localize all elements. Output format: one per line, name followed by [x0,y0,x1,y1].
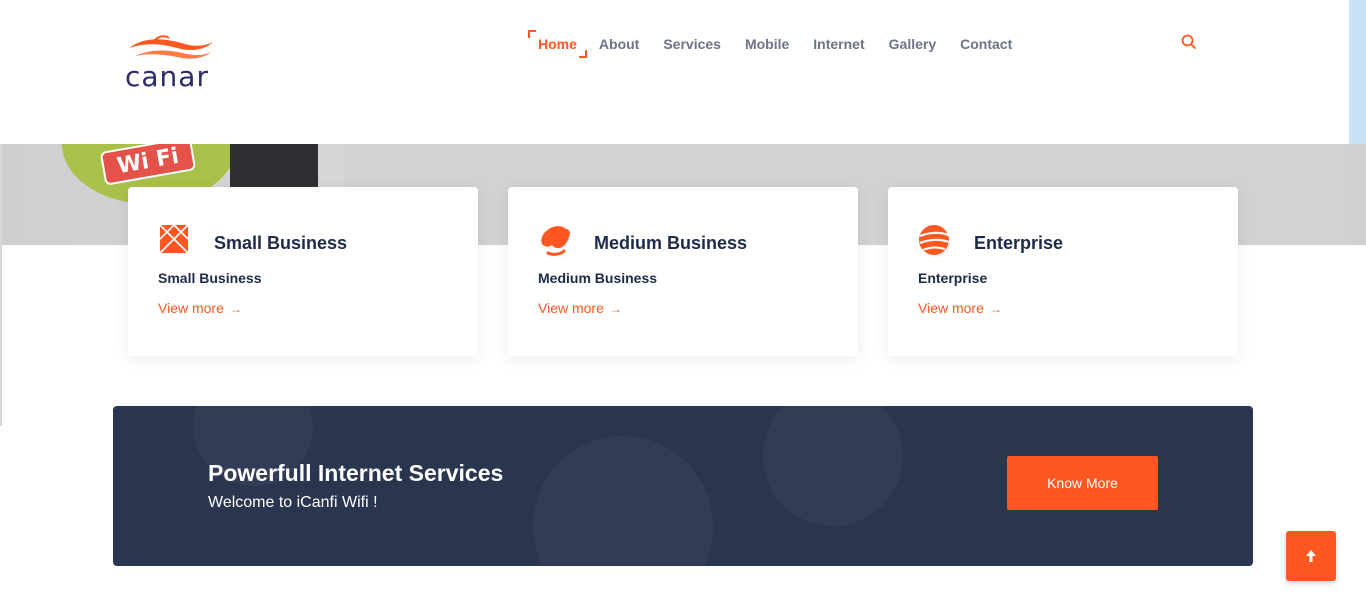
nav-home-label: Home [538,36,577,52]
cross-box-icon [158,223,192,257]
left-divider [0,144,2,426]
search-icon[interactable] [1180,33,1198,51]
banner-shade [763,406,903,526]
view-more-link[interactable]: View more → [538,300,622,316]
main-nav: Home About Services Mobile Internet Gall… [528,30,1024,58]
nav-active-corner-bottom [578,50,587,58]
view-more-label: View more [538,300,604,316]
globe-stripes-icon [918,223,952,257]
site-header: canar Home About Services Mobile Interne… [0,0,1349,144]
arrow-right-icon: → [989,302,1002,316]
nav-services[interactable]: Services [651,36,733,52]
card-small-business: Small Business Small Business View more → [128,187,478,356]
banner-shade [533,436,713,566]
view-more-link[interactable]: View more → [918,300,1002,316]
view-more-link[interactable]: View more → [158,300,242,316]
nav-gallery[interactable]: Gallery [877,36,948,52]
arrow-right-icon: → [229,302,242,316]
card-enterprise: Enterprise Enterprise View more → [888,187,1238,356]
service-cards: Small Business Small Business View more →… [128,187,1238,356]
cta-banner: Powerfull Internet Services Welcome to i… [113,406,1253,566]
banner-subtitle: Welcome to iCanfi Wifi ! [208,494,378,511]
nav-mobile[interactable]: Mobile [733,36,801,52]
card-title: Enterprise [974,233,1064,253]
card-title: Medium Business [594,233,748,253]
nav-active-corner-top [528,30,536,38]
nav-internet[interactable]: Internet [801,36,876,52]
back-to-top-button[interactable] [1286,531,1336,581]
card-subtitle: Medium Business [538,270,658,286]
nav-contact[interactable]: Contact [948,36,1024,52]
banner-title: Powerfull Internet Services [208,460,504,486]
nav-home[interactable]: Home [528,30,587,58]
card-subtitle: Small Business [158,270,262,286]
view-more-label: View more [158,300,224,316]
swirl-icon [538,223,572,257]
arrow-up-icon [1306,550,1316,562]
right-edge-strip [1349,0,1366,144]
view-more-label: View more [918,300,984,316]
logo-text: canar [125,60,209,93]
card-medium-business: Medium Business Medium Business View mor… [508,187,858,356]
logo[interactable]: canar [125,34,217,93]
card-title: Small Business [214,233,348,253]
arrow-right-icon: → [609,302,622,316]
nav-about[interactable]: About [587,36,651,52]
card-subtitle: Enterprise [918,270,988,286]
know-more-button[interactable]: Know More [1007,456,1158,510]
